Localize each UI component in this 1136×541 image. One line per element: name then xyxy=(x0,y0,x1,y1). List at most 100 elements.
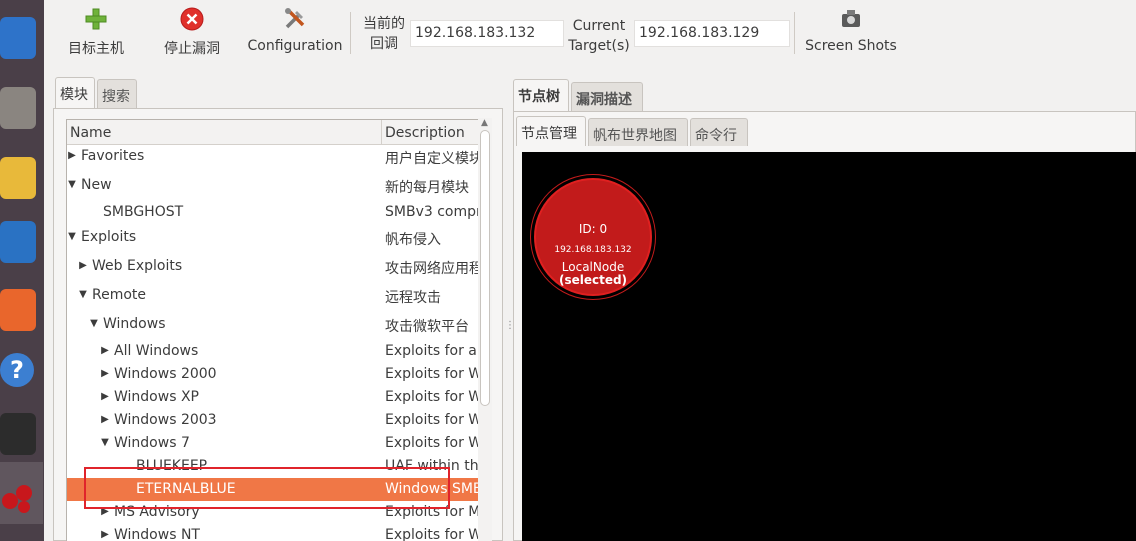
tree-row-name: Windows 2003 xyxy=(114,412,217,428)
plus-icon xyxy=(85,8,107,30)
tree-row-name: All Windows xyxy=(114,343,199,359)
files-icon[interactable] xyxy=(0,78,44,138)
ubuntu-launcher: ? xyxy=(0,0,44,541)
targets-label-line1: Current xyxy=(572,18,626,34)
expand-arrow-icon[interactable]: ▶ xyxy=(100,368,110,379)
tree-row[interactable]: ▼ New 新的每月模块 xyxy=(67,174,481,197)
tree-row-name: Windows NT xyxy=(114,527,200,541)
expand-arrow-icon[interactable]: ▶ xyxy=(78,260,88,271)
toolbar-separator xyxy=(794,12,795,54)
collapse-arrow-icon[interactable]: ▼ xyxy=(67,231,77,242)
tree-row-description: 新的每月模块 xyxy=(385,180,469,196)
target-host-button[interactable]: 目标主机 xyxy=(64,6,128,64)
armitage-icon[interactable] xyxy=(0,466,44,526)
tree-row-description: SMBv3 compression xyxy=(385,204,481,220)
callback-label-line2: 回调 xyxy=(370,36,398,52)
tab-world-map[interactable]: 帆布世界地图 xyxy=(588,118,688,146)
tree-row-name: Favorites xyxy=(81,148,145,164)
tree-row-name: Windows 7 xyxy=(114,435,190,451)
screenshots-label: Screen Shots xyxy=(805,38,897,54)
tree-row-description: 攻击微软平台 xyxy=(385,319,469,335)
help-icon[interactable]: ? xyxy=(0,340,44,400)
tree-row-description: Exploits for Windows xyxy=(385,527,481,541)
tree-row-description: 攻击网络应用程序 xyxy=(385,261,481,277)
scroll-up-icon[interactable]: ▲ xyxy=(481,118,488,128)
node-state: (selected) xyxy=(558,273,628,287)
configuration-button[interactable]: Configuration xyxy=(246,6,344,64)
toolbar: 目标主机 停止漏洞 Configuration 当前的 回调 192.168.1… xyxy=(44,0,1136,68)
tab-node-management[interactable]: 节点管理 xyxy=(516,116,586,146)
configuration-label: Configuration xyxy=(247,38,343,54)
tree-row-description: 远程攻击 xyxy=(385,290,441,306)
software-center-icon[interactable] xyxy=(0,280,44,340)
tree-row-name: Windows XP xyxy=(114,389,199,405)
tree-scrollbar[interactable]: ▲ xyxy=(478,118,492,541)
tab-search[interactable]: 搜索 xyxy=(97,79,137,108)
collapse-arrow-icon[interactable]: ▼ xyxy=(67,179,77,190)
tree-row[interactable]: ▶ All Windows Exploits for all xyxy=(67,340,481,363)
targets-label-line2: Target(s) xyxy=(568,38,630,54)
screenshots-button[interactable]: Screen Shots xyxy=(804,6,898,64)
terminal-icon[interactable] xyxy=(0,404,44,464)
rhythmbox-icon[interactable] xyxy=(0,148,44,208)
tree-row[interactable]: ▶ Web Exploits 攻击网络应用程序 xyxy=(67,255,481,278)
tab-vuln-desc[interactable]: 漏洞描述 xyxy=(571,82,643,112)
tree-row[interactable]: ▼ Windows 攻击微软平台 xyxy=(67,313,481,336)
tree-row[interactable]: ▶ Favorites 用户自定义模块 xyxy=(67,145,481,168)
tree-row-name: Windows xyxy=(103,316,166,332)
expand-arrow-icon[interactable]: ▶ xyxy=(67,150,77,161)
tree-row[interactable]: SMBGHOST SMBv3 compression xyxy=(67,201,481,224)
toolbar-separator xyxy=(350,12,351,54)
local-node[interactable]: ID: 0 192.168.183.132 LocalNode (selecte… xyxy=(534,178,652,296)
tree-row[interactable]: ▶ Windows 2000 Exploits for Windows xyxy=(67,363,481,386)
tree-row-name: SMBGHOST xyxy=(103,204,184,220)
stop-vuln-button[interactable]: 停止漏洞 xyxy=(160,6,224,64)
selection-highlight-box xyxy=(84,467,450,509)
tree-row[interactable]: ▼ Remote 远程攻击 xyxy=(67,284,481,307)
tree-row[interactable]: ▶ Windows NT Exploits for Windows xyxy=(67,524,481,541)
tree-row[interactable]: ▶ Windows 2003 Exploits for Windows xyxy=(67,409,481,432)
tree-row-description: Exploits for Windows xyxy=(385,435,481,451)
tree-row[interactable]: ▶ Windows XP Exploits for Windows xyxy=(67,386,481,409)
camera-icon xyxy=(842,10,860,27)
tab-modules[interactable]: 模块 xyxy=(55,77,95,109)
tree-row-description: Exploits for Windows xyxy=(385,412,481,428)
expand-arrow-icon[interactable]: ▶ xyxy=(100,414,110,425)
tree-row[interactable]: ▼ Windows 7 Exploits for Windows xyxy=(67,432,481,455)
target-host-label: 目标主机 xyxy=(68,41,124,57)
expand-arrow-icon[interactable]: ▶ xyxy=(100,391,110,402)
tree-row-description: Exploits for all xyxy=(385,343,481,359)
column-header-description[interactable]: Description xyxy=(382,120,481,145)
target-ip-field[interactable]: 192.168.183.129 xyxy=(634,20,790,47)
tree-row-name: Remote xyxy=(92,287,147,303)
tree-row-description: Exploits for Windows xyxy=(385,366,481,382)
tab-command-line[interactable]: 命令行 xyxy=(690,118,748,146)
stop-vuln-label: 停止漏洞 xyxy=(164,41,220,57)
tree-row-name: Web Exploits xyxy=(92,258,183,274)
node-ip: 192.168.183.132 xyxy=(554,245,632,255)
node-id: ID: 0 xyxy=(578,222,608,236)
expand-arrow-icon[interactable]: ▶ xyxy=(100,345,110,356)
callback-label-line1: 当前的 xyxy=(363,16,405,32)
targets-label: Current Target(s) xyxy=(566,16,632,56)
collapse-arrow-icon[interactable]: ▼ xyxy=(89,318,99,329)
node-name: LocalNode xyxy=(561,260,625,274)
collapse-arrow-icon[interactable]: ▼ xyxy=(78,289,88,300)
writer-icon[interactable] xyxy=(0,212,44,272)
callback-label: 当前的 回调 xyxy=(360,14,408,54)
tree-row-description: 帆布侵入 xyxy=(385,232,441,248)
expand-arrow-icon[interactable]: ▶ xyxy=(100,529,110,540)
thunderbird-icon[interactable] xyxy=(0,8,44,68)
callback-ip-field[interactable]: 192.168.183.132 xyxy=(410,20,564,47)
tools-icon xyxy=(285,8,305,29)
tree-row[interactable]: ▼ Exploits 帆布侵入 xyxy=(67,226,481,249)
column-header-name[interactable]: Name xyxy=(67,120,381,145)
tree-row-description: Exploits for Windows xyxy=(385,389,481,405)
scrollbar-thumb[interactable] xyxy=(480,130,490,406)
tab-node-tree[interactable]: 节点树 xyxy=(513,79,569,112)
tree-row-name: Windows 2000 xyxy=(114,366,217,382)
tree-row-name: New xyxy=(81,177,112,193)
stop-icon xyxy=(180,7,204,31)
node-canvas[interactable]: ID: 0 192.168.183.132 LocalNode (selecte… xyxy=(522,152,1136,541)
collapse-arrow-icon[interactable]: ▼ xyxy=(100,437,110,448)
